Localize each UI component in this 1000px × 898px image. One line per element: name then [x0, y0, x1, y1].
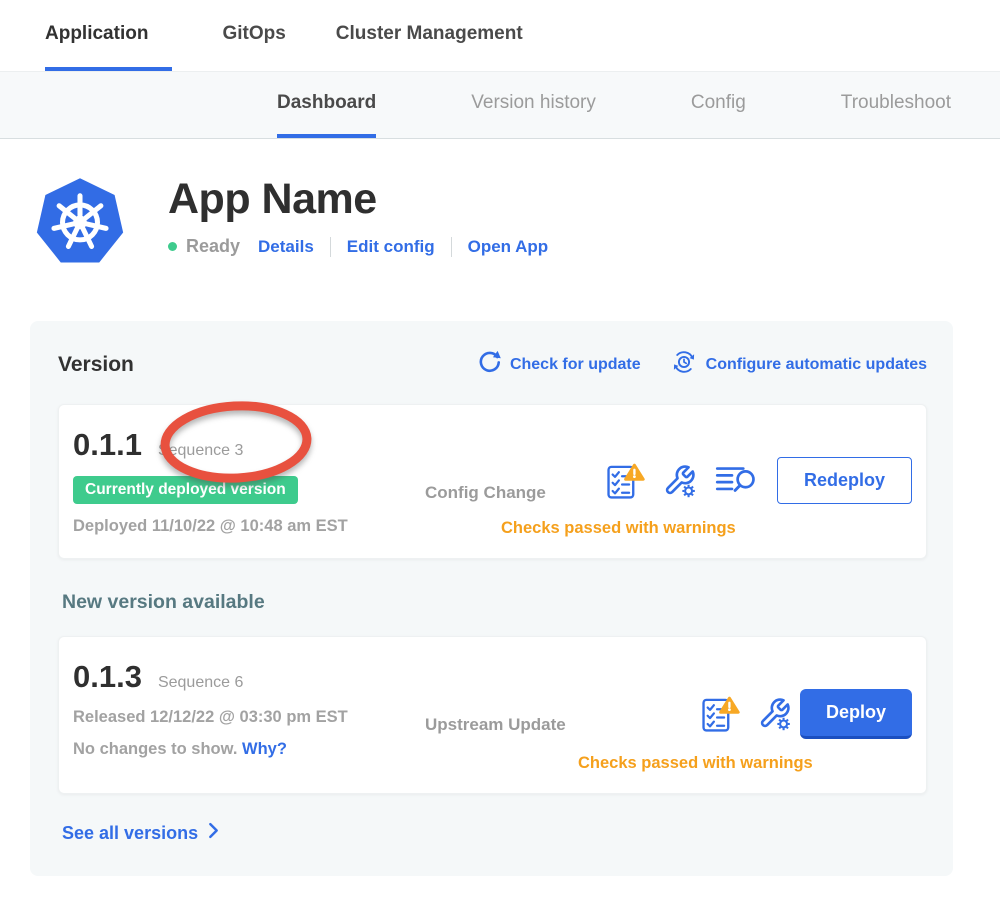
view-files-icon[interactable] [715, 464, 758, 498]
preflight-checks-warning-icon[interactable] [605, 461, 645, 501]
preflight-checks-warning-icon[interactable] [700, 694, 740, 734]
available-version-card: 0.1.3 Sequence 6 Released 12/12/22 @ 03:… [58, 636, 927, 794]
check-for-update-label: Check for update [510, 356, 641, 374]
page-title: App Name [168, 175, 548, 224]
available-version-number: 0.1.3 [73, 659, 142, 695]
currently-deployed-badge: Currently deployed version [73, 476, 298, 504]
tab-version-history[interactable]: Version history [471, 72, 596, 138]
current-version-number: 0.1.1 [73, 427, 142, 463]
auto-update-icon [671, 349, 697, 380]
primary-nav: Application GitOps Cluster Management [0, 0, 1000, 71]
released-timestamp: Released 12/12/22 @ 03:30 pm EST [73, 708, 425, 727]
tab-cluster-management[interactable]: Cluster Management [336, 0, 523, 71]
tab-application[interactable]: Application [45, 0, 172, 71]
tab-dashboard[interactable]: Dashboard [277, 72, 376, 138]
configure-automatic-updates-link[interactable]: Configure automatic updates [671, 349, 927, 380]
secondary-nav: Dashboard Version history Config Trouble… [0, 71, 1000, 139]
see-all-versions-link[interactable]: See all versions [62, 822, 927, 844]
refresh-icon [477, 350, 501, 379]
no-changes-text: No changes to show. [73, 740, 237, 758]
current-version-card: 0.1.1 Sequence 3 Currently deployed vers… [58, 404, 927, 559]
current-version-sequence: Sequence 3 [158, 442, 243, 460]
deployed-timestamp: Deployed 11/10/22 @ 10:48 am EST [73, 517, 425, 536]
divider [451, 237, 452, 257]
status-text: Ready [186, 236, 240, 257]
check-for-update-link[interactable]: Check for update [477, 350, 641, 379]
deploy-button[interactable]: Deploy [800, 689, 912, 739]
config-wrench-icon[interactable] [662, 463, 698, 499]
redeploy-button[interactable]: Redeploy [777, 457, 912, 504]
status-dot [168, 242, 177, 251]
preflight-status-text: Checks passed with warnings [501, 519, 736, 538]
kubernetes-logo-icon [34, 173, 126, 275]
why-link[interactable]: Why? [242, 740, 287, 758]
preflight-status-text: Checks passed with warnings [578, 754, 813, 773]
config-wrench-icon[interactable] [757, 696, 793, 732]
configure-automatic-updates-label: Configure automatic updates [706, 356, 927, 374]
version-panel-title: Version [58, 353, 134, 377]
tab-gitops[interactable]: GitOps [222, 0, 285, 71]
details-link[interactable]: Details [258, 237, 314, 257]
app-header: App Name Ready Details Edit config Open … [0, 139, 1000, 275]
open-app-link[interactable]: Open App [468, 237, 549, 257]
tab-troubleshoot[interactable]: Troubleshoot [841, 72, 951, 138]
see-all-versions-label: See all versions [62, 823, 198, 844]
divider [330, 237, 331, 257]
edit-config-link[interactable]: Edit config [347, 237, 435, 257]
chevron-right-icon [208, 822, 219, 844]
tab-config[interactable]: Config [691, 72, 746, 138]
available-version-sequence: Sequence 6 [158, 674, 243, 692]
version-panel: Version Check for update [30, 321, 953, 876]
new-version-heading: New version available [62, 591, 927, 614]
